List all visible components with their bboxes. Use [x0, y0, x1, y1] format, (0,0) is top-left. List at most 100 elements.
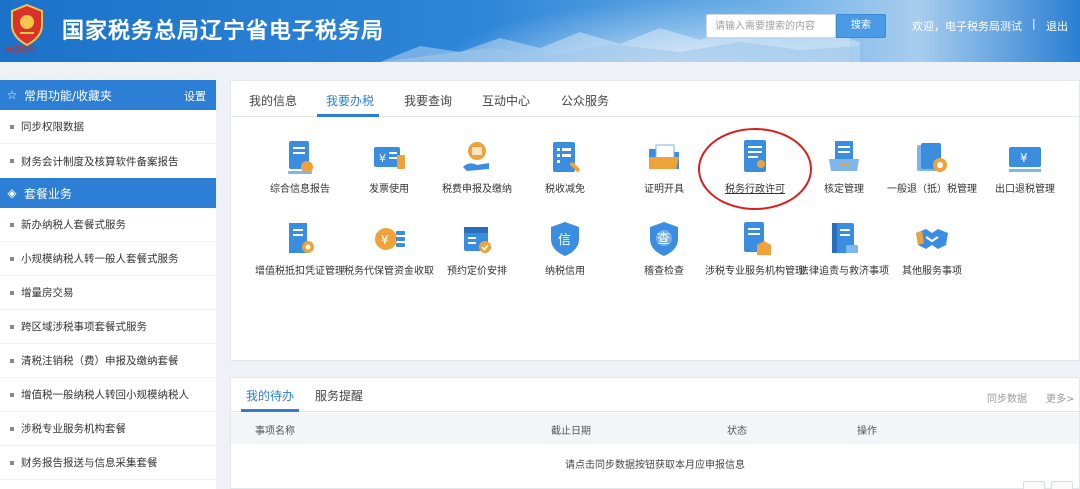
sidebar-item-label: 同步权限数据	[21, 121, 84, 133]
packages-header[interactable]: ◈ 套餐业务	[0, 178, 216, 208]
search-button[interactable]: 搜索	[836, 14, 886, 38]
packages-title: 套餐业务	[24, 186, 73, 201]
site-header: 中国税务 国家税务总局辽宁省电子税务局 搜索 欢迎，电子税务局测试 | 退出	[0, 0, 1080, 62]
bullet-icon	[10, 324, 14, 329]
welcome-user[interactable]: 欢迎，电子税务局测试	[912, 18, 1022, 34]
sidebar-item-label: 财务报告报送与信息采集套餐	[21, 457, 158, 469]
sidebar-item-label: 清税注销税（费）申报及缴纳套餐	[21, 355, 179, 367]
column-deadline: 截止日期	[551, 426, 591, 437]
favorites-title: 常用功能/收藏夹	[24, 88, 113, 103]
bullet-icon	[10, 159, 14, 163]
sidebar-item-label: 小规模纳税人转一般人套餐式服务	[21, 253, 179, 265]
service-label: 其他服务事项	[902, 266, 962, 277]
svg-text:¥: ¥	[381, 233, 389, 247]
service-tax-reduction[interactable]: 税收减免	[510, 137, 620, 197]
column-status: 状态	[727, 426, 747, 437]
handshake-icon	[912, 219, 952, 259]
service-label: 纳税信用	[545, 266, 585, 277]
tab-my-info[interactable]: 我的信息	[249, 92, 297, 109]
main-tabs: 我的信息 我要办税 我要查询 互动中心 公众服务	[231, 81, 1079, 117]
pager-prev-button[interactable]	[1023, 481, 1045, 489]
star-icon: ☆	[6, 88, 18, 102]
bullet-icon	[10, 392, 14, 397]
more-link[interactable]: 更多>	[1046, 390, 1074, 405]
todo-empty-message: 请点击同步数据按钮获取本月应申报信息	[565, 460, 745, 471]
list-discount-icon	[545, 137, 585, 177]
highlight-circle-annotation	[698, 128, 812, 210]
svg-text:查: 查	[657, 232, 670, 247]
logout-link[interactable]: 退出	[1046, 18, 1068, 34]
bullet-icon	[10, 222, 14, 227]
site-title: 国家税务总局辽宁省电子税务局	[62, 19, 385, 44]
tab-my-todo[interactable]: 我的待办	[246, 387, 294, 404]
tax-emblem-icon	[11, 3, 43, 47]
header-separator: |	[1032, 17, 1036, 30]
sidebar-item-accounting-report[interactable]: 财务会计制度及核算软件备案报告	[0, 144, 216, 178]
sidebar-item-label: 财务会计制度及核算软件备案报告	[21, 155, 179, 168]
sidebar-item-package[interactable]: 新办纳税人套餐式服务	[0, 208, 216, 242]
coin-stack-icon: ¥	[369, 219, 409, 259]
sidebar-item-package[interactable]: 涉税专业服务机构套餐	[0, 412, 216, 446]
service-export-refund[interactable]: ¥ 出口退税管理	[970, 137, 1080, 197]
pager-next-button[interactable]	[1051, 481, 1073, 489]
bullet-icon	[10, 460, 14, 465]
svg-text:¥: ¥	[1020, 151, 1028, 165]
service-label: 出口退税管理	[995, 184, 1055, 195]
sync-data-link[interactable]: 同步数据	[987, 390, 1027, 405]
todo-tabs: 我的待办 服务提醒 同步数据 更多>	[231, 378, 1079, 412]
sidebar-item-package[interactable]: 跨区域涉税事项套餐式服务	[0, 310, 216, 344]
emblem-caption: 中国税务	[3, 44, 37, 56]
doc-pin-icon	[280, 137, 320, 177]
tab-public-services[interactable]: 公众服务	[561, 92, 609, 109]
doc-building-icon	[735, 219, 775, 259]
service-other[interactable]: 其他服务事项	[877, 219, 987, 279]
sidebar-item-label: 增量房交易	[21, 287, 74, 299]
tab-handle-tax[interactable]: 我要办税	[326, 92, 374, 109]
favorites-header[interactable]: ☆ 常用功能/收藏夹 设置	[0, 80, 216, 110]
sidebar-item-label: 新办纳税人套餐式服务	[21, 219, 126, 231]
svg-text:信: 信	[558, 233, 571, 248]
cards-gear-icon	[912, 137, 952, 177]
coins-hand-icon	[457, 137, 497, 177]
sidebar-item-package[interactable]: 增量房交易	[0, 276, 216, 310]
column-item-name: 事项名称	[255, 426, 295, 437]
invoice-icon: ¥	[369, 137, 409, 177]
active-tab-indicator	[317, 114, 379, 117]
bullet-icon	[10, 426, 14, 431]
todo-table-header: 事项名称 截止日期 状态 操作	[231, 413, 1079, 444]
book-icon	[824, 219, 864, 259]
todo-tab-indicator	[241, 409, 299, 412]
calendar-check-icon	[457, 219, 497, 259]
credit-shield-icon: 信	[545, 219, 585, 259]
todo-panel: 我的待办 服务提醒 同步数据 更多> 事项名称 截止日期 状态 操作 请点击同步…	[230, 377, 1080, 489]
sidebar-item-label: 跨区域涉税事项套餐式服务	[21, 321, 147, 333]
folder-icon	[644, 137, 684, 177]
tray-doc-icon	[824, 137, 864, 177]
service-label: 税收减免	[545, 184, 585, 195]
sidebar-item-sync-permissions[interactable]: 同步权限数据	[0, 110, 216, 144]
search-input[interactable]	[706, 14, 836, 38]
svg-text:¥: ¥	[379, 152, 386, 165]
sidebar-item-label: 涉税专业服务机构套餐	[21, 423, 126, 435]
bullet-icon	[10, 290, 14, 295]
sidebar-item-package[interactable]: 增值税一般纳税人转回小规模纳税人	[0, 378, 216, 412]
layers-icon: ◈	[7, 186, 17, 200]
service-tax-credit[interactable]: 信 纳税信用	[510, 219, 620, 279]
services-panel: 我的信息 我要办税 我要查询 互动中心 公众服务 综合信息报告 ¥ 发票使用 税…	[230, 80, 1080, 361]
tab-interaction[interactable]: 互动中心	[482, 92, 530, 109]
bullet-icon	[10, 256, 14, 261]
column-actions: 操作	[857, 426, 877, 437]
tab-query[interactable]: 我要查询	[404, 92, 452, 109]
sidebar-item-package[interactable]: 小规模纳税人转一般人套餐式服务	[0, 242, 216, 276]
sidebar-item-package[interactable]: 清税注销税（费）申报及缴纳套餐	[0, 344, 216, 378]
bullet-icon	[10, 358, 14, 363]
inspect-shield-icon: 查	[644, 219, 684, 259]
favorites-settings-link[interactable]: 设置	[184, 88, 206, 104]
sidebar: ☆ 常用功能/收藏夹 设置 同步权限数据 财务会计制度及核算软件备案报告 ◈ 套…	[0, 80, 216, 489]
doc-gear-icon	[280, 219, 320, 259]
sidebar-item-label: 增值税一般纳税人转回小规模纳税人	[21, 389, 189, 401]
yen-card-icon: ¥	[1005, 137, 1045, 177]
sidebar-item-package[interactable]: 财务报告报送与信息采集套餐	[0, 446, 216, 480]
bullet-icon	[10, 124, 14, 129]
tab-service-reminder[interactable]: 服务提醒	[315, 387, 363, 404]
